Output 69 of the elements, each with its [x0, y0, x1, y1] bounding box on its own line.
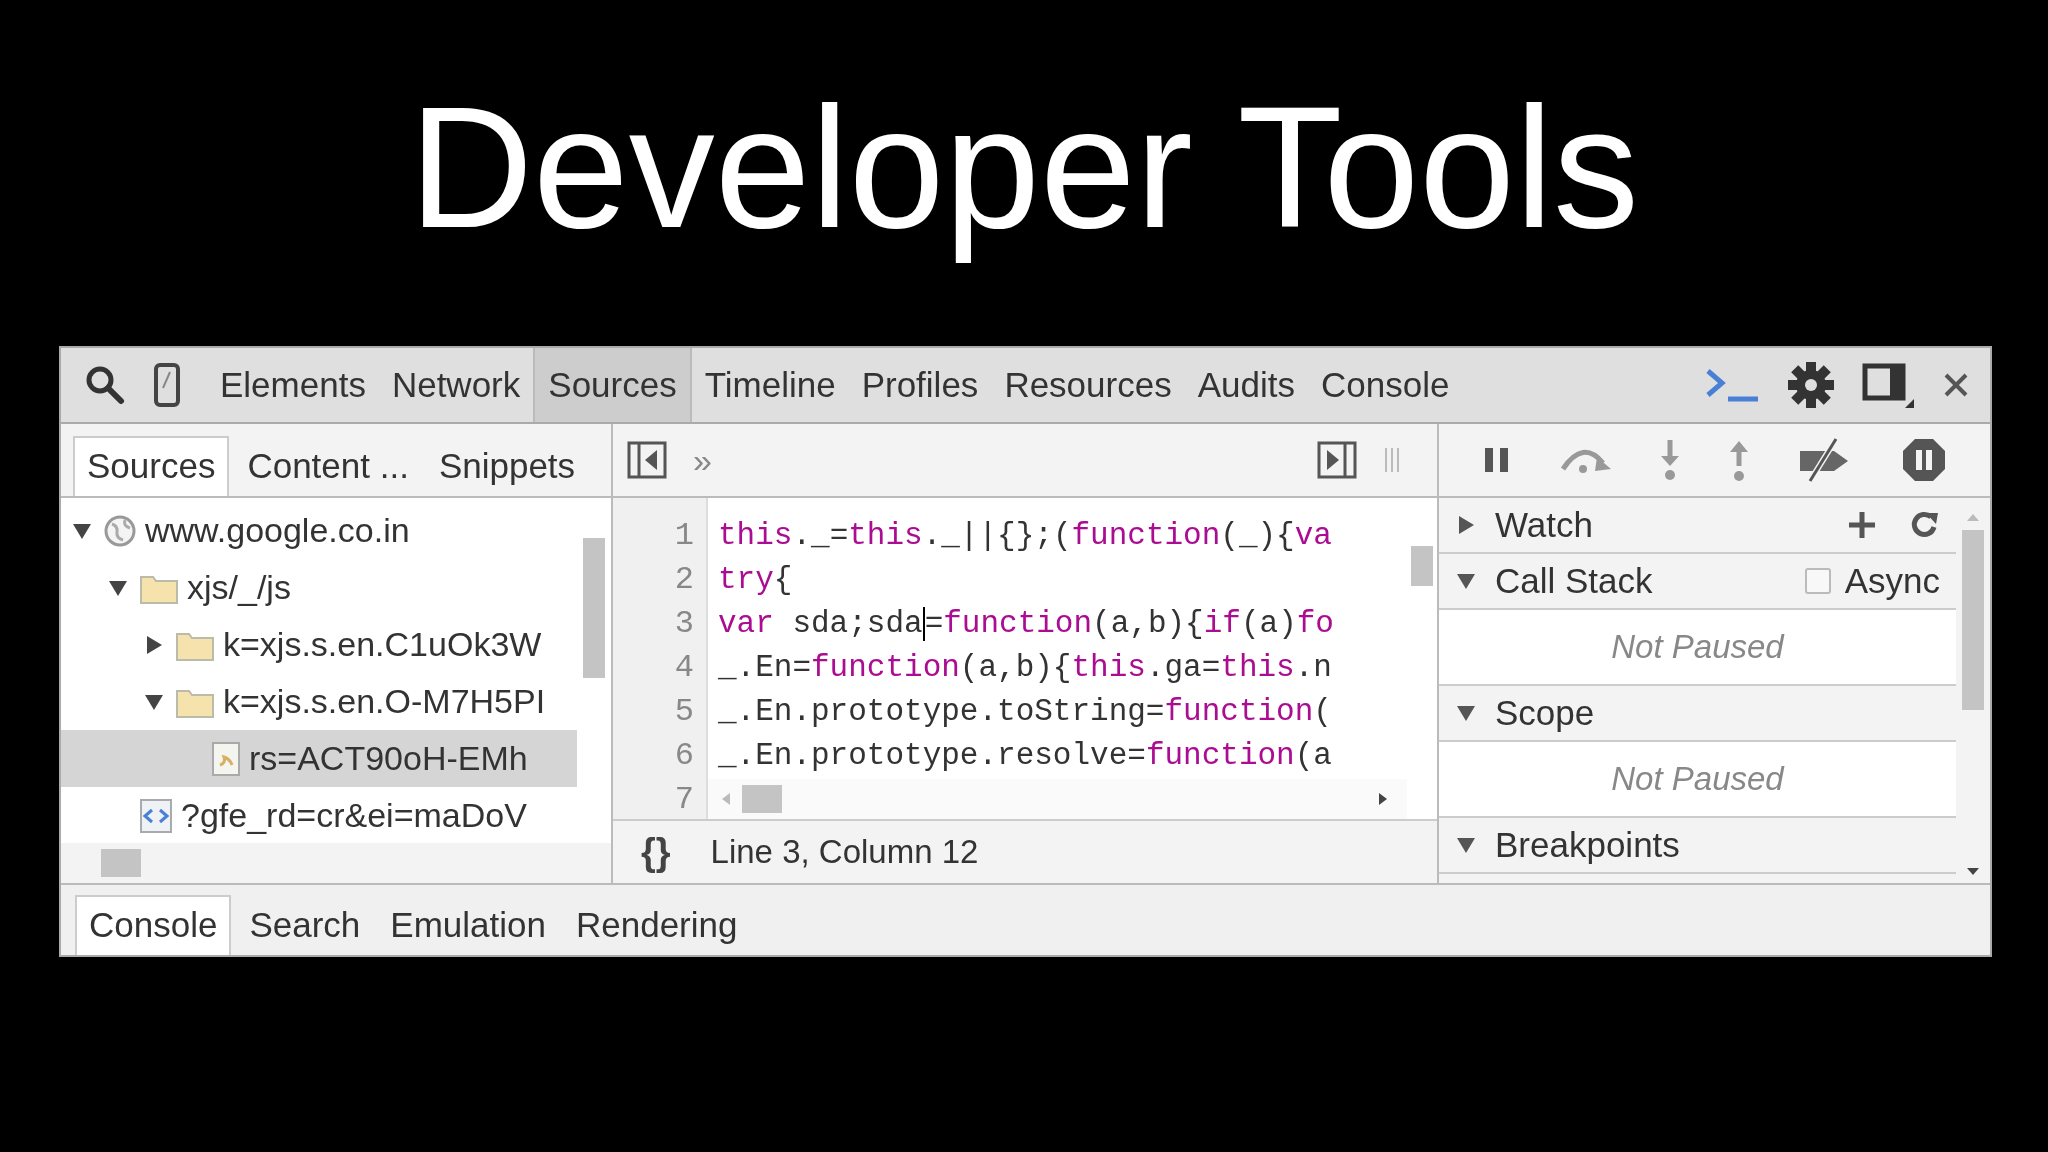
- add-icon[interactable]: [1846, 509, 1878, 541]
- close-icon[interactable]: [1942, 371, 1970, 399]
- panel-tab[interactable]: Elements: [207, 348, 379, 422]
- tree-item[interactable]: xjs/_/js: [61, 559, 577, 616]
- async-checkbox[interactable]: [1804, 568, 1831, 594]
- code-line: _.En.prototype.resolve=function(a: [718, 737, 1333, 775]
- scrollbar-thumb[interactable]: [583, 538, 605, 678]
- scrollbar-thumb[interactable]: [1962, 530, 1984, 710]
- panel-tab[interactable]: Sources: [533, 348, 692, 422]
- checkbox-label: Async: [1844, 561, 1940, 601]
- toggle-navigator-icon[interactable]: [627, 441, 667, 479]
- line-number: 4: [673, 648, 695, 688]
- line-number: 3: [673, 604, 695, 644]
- drawer-tab[interactable]: Console: [75, 895, 232, 955]
- panel-tab[interactable]: Timeline: [691, 348, 849, 422]
- navigator-tab[interactable]: Content ...: [235, 438, 421, 496]
- drawer-tab[interactable]: Search: [237, 897, 373, 955]
- line-number: 2: [673, 560, 695, 600]
- section-title: Watch: [1495, 505, 1593, 545]
- scrollbar-thumb[interactable]: [1411, 546, 1433, 586]
- phone-icon[interactable]: [153, 362, 181, 408]
- script-file-icon: [211, 740, 241, 777]
- panel-tab[interactable]: Console: [1307, 348, 1463, 422]
- line-number: 7: [673, 780, 695, 820]
- tree-label: xjs/_/js: [187, 568, 291, 607]
- panel-tab[interactable]: Network: [378, 348, 534, 422]
- empty-message: Not Paused: [1611, 628, 1784, 666]
- scrollbar-thumb[interactable]: [101, 849, 141, 877]
- code-line: try{: [718, 561, 794, 599]
- dock-icon[interactable]: [1862, 361, 1916, 409]
- code-line: var sda;sda=function(a,b){if(a)fo: [718, 605, 1335, 643]
- line-number: 6: [673, 736, 695, 776]
- section-title: Call Stack: [1495, 561, 1653, 601]
- scrollbar[interactable]: [708, 779, 1407, 819]
- line-number: 1: [673, 516, 695, 556]
- tree-item[interactable]: k=xjs.s.en.O-M7H5PI: [61, 673, 577, 730]
- globe-icon: [103, 513, 137, 548]
- panel-tab[interactable]: Profiles: [848, 348, 992, 422]
- tree-label: k=xjs.s.en.C1uOk3W: [223, 625, 542, 664]
- section-title: Breakpoints: [1495, 825, 1680, 865]
- empty-message: Not Paused: [1611, 760, 1784, 798]
- tree-label: www.google.co.in: [145, 511, 410, 550]
- panel-tab[interactable]: Audits: [1184, 348, 1308, 422]
- pause-on-exceptions-icon[interactable]: [1901, 437, 1948, 483]
- html-file-icon: [139, 797, 173, 834]
- toggle-debugger-icon[interactable]: [1317, 441, 1357, 479]
- code-line: this._=this._||{};(function(_){va: [718, 517, 1333, 555]
- tree-label: ?gfe_rd=cr&ei=maDoV: [181, 796, 527, 835]
- pretty-print-button[interactable]: {}: [641, 830, 671, 874]
- scrollbar-thumb[interactable]: [742, 785, 782, 813]
- code-line: _.En.prototype.toString=function(: [718, 693, 1333, 731]
- tree-item[interactable]: rs=ACT90oH-EMh: [61, 730, 577, 787]
- panel-tab[interactable]: Resources: [991, 348, 1185, 422]
- slide-title: Developer Tools: [408, 70, 1640, 265]
- tree-item[interactable]: k=xjs.s.en.C1uOk3W: [61, 616, 577, 673]
- section-title: Scope: [1495, 693, 1595, 733]
- line-number: 5: [673, 692, 695, 732]
- code-line: _.En=function(a,b){this.ga=this.n: [718, 649, 1333, 687]
- drawer-tab[interactable]: Rendering: [563, 897, 750, 955]
- settings-icon[interactable]: [1786, 360, 1836, 410]
- tree-item[interactable]: www.google.co.in: [61, 502, 577, 559]
- tree-label: rs=ACT90oH-EMh: [249, 739, 528, 778]
- navigator-tab[interactable]: Snippets: [426, 438, 588, 496]
- drawer-tab[interactable]: Emulation: [378, 897, 558, 955]
- tree-item[interactable]: ?gfe_rd=cr&ei=maDoV: [61, 787, 577, 843]
- grip-icon[interactable]: [1383, 446, 1401, 474]
- tree-label: k=xjs.s.en.O-M7H5PI: [223, 682, 546, 721]
- navigator-tab[interactable]: Sources: [73, 436, 230, 496]
- cursor-position: Line 3, Column 12: [710, 833, 979, 871]
